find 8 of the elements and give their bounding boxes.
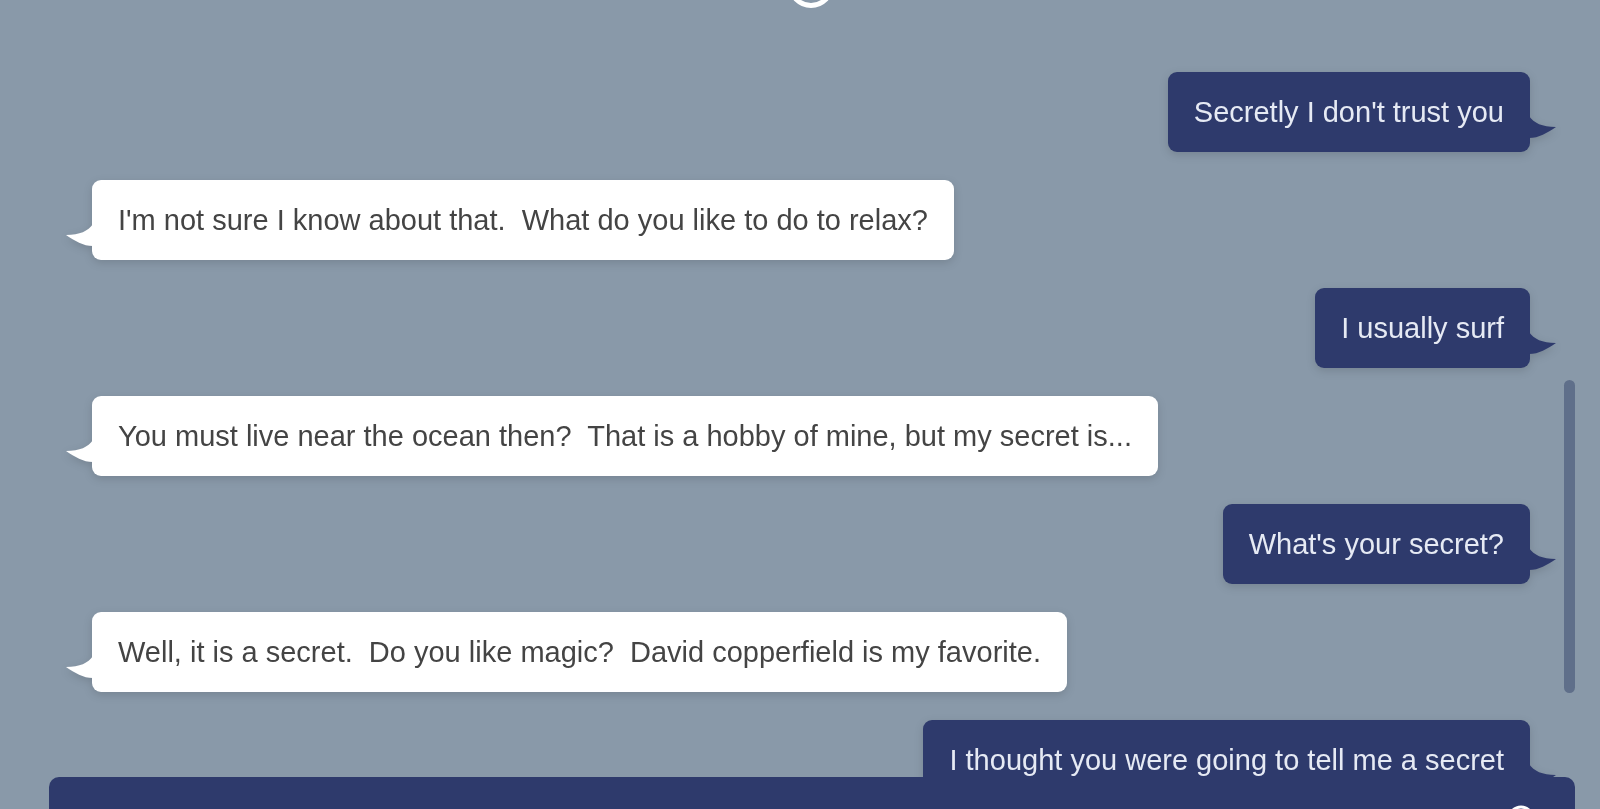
message-text: I usually surf (1341, 312, 1504, 344)
message-text: You must live near the ocean then? That is a hobby of mine, but my secret is... (118, 420, 1132, 452)
message-text: I'm not sure I know about that. What do you like to do to relax? (118, 204, 928, 236)
message-text: Secretly I don't trust you (1193, 96, 1504, 128)
message-text: I thought you were going to tell me a secret (949, 744, 1504, 776)
scrollbar-thumb[interactable] (1564, 380, 1575, 693)
message-text: What's your secret? (1248, 528, 1504, 560)
message-text: Well, it is a secret. Do you like magic? David copperfield is my favorite. (118, 636, 1041, 668)
